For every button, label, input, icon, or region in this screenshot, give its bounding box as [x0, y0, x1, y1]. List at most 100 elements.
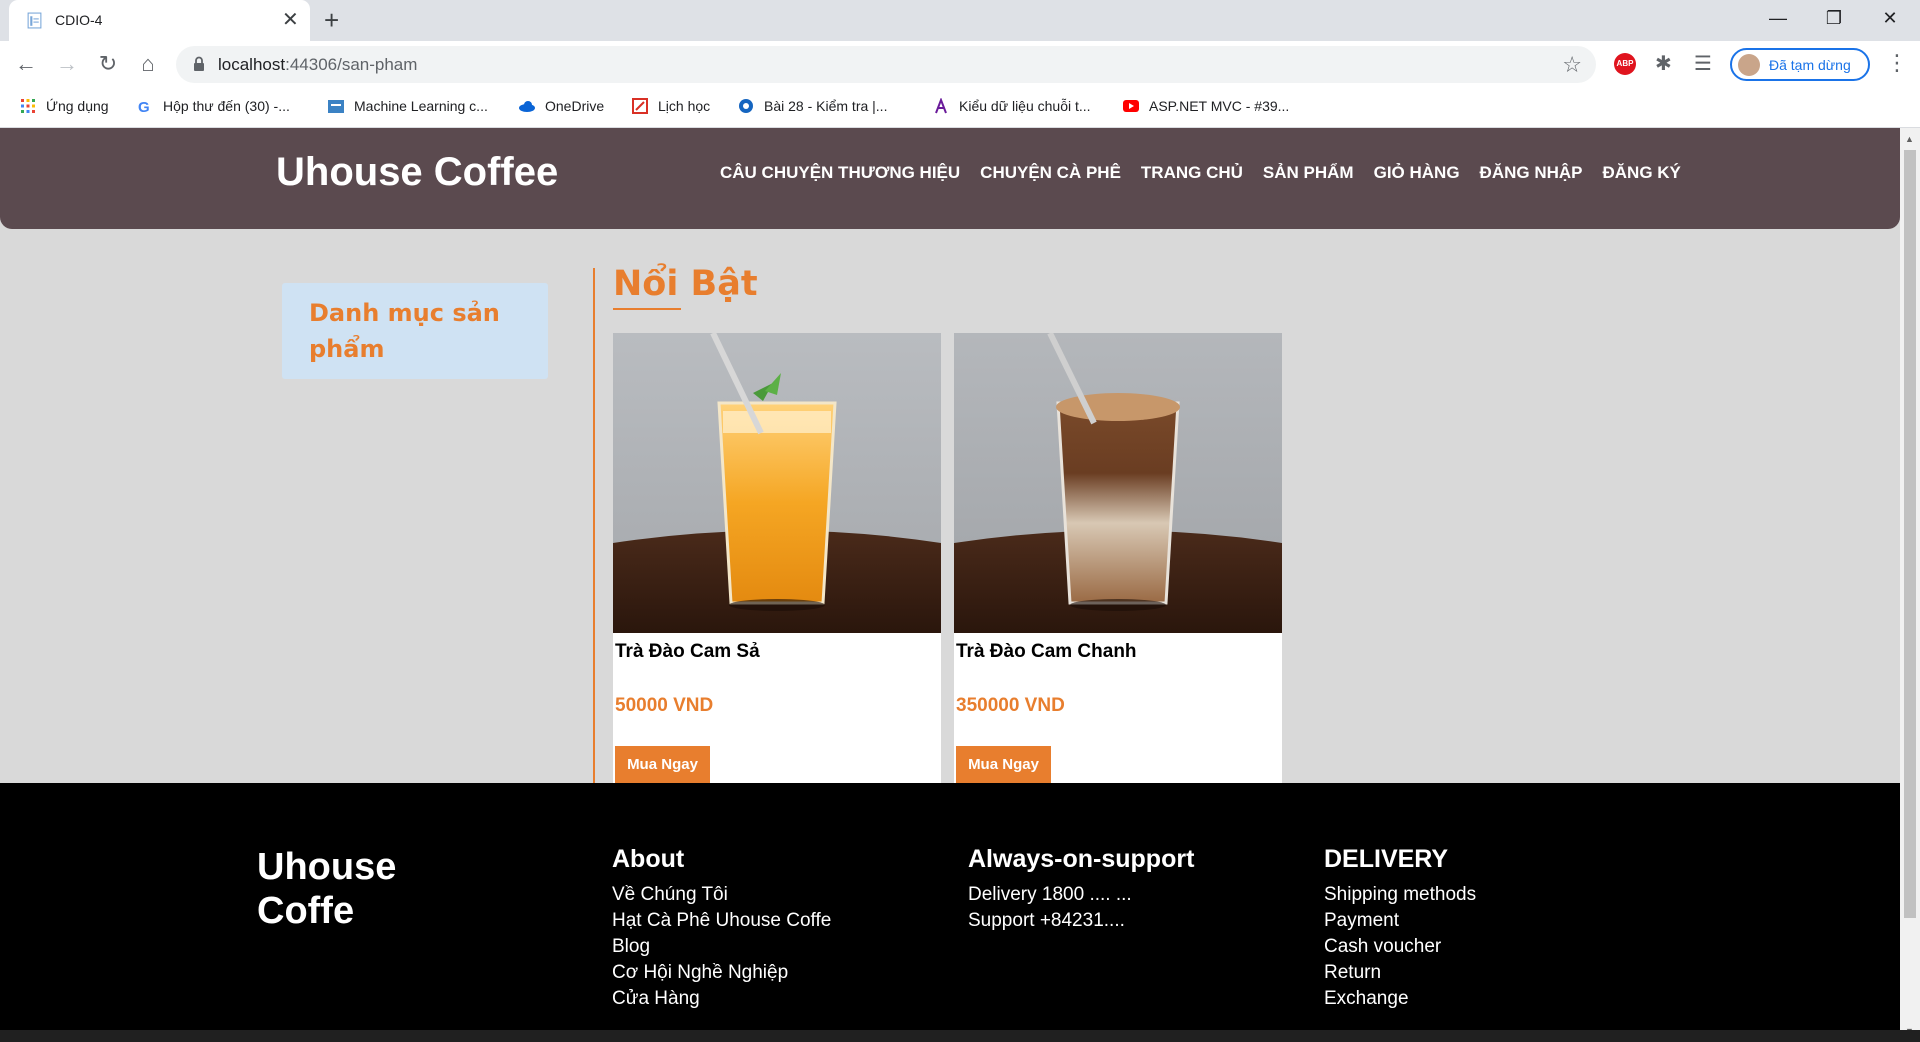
bookmark-label: Bài 28 - Kiểm tra |... — [764, 98, 888, 114]
ml-site-icon — [328, 100, 344, 113]
reload-icon[interactable]: ↻ — [94, 52, 122, 76]
bookmark-item[interactable]: Ứng dụng — [20, 98, 109, 118]
product-image[interactable] — [613, 333, 941, 633]
browser-tab[interactable]: CDIO-4 ✕ — [9, 0, 310, 41]
product-name[interactable]: Trà Đào Cam Sả — [615, 641, 760, 663]
apps-grid-icon — [21, 99, 35, 113]
footer-link[interactable]: Blog — [612, 934, 831, 960]
nav-home[interactable]: TRANG CHỦ — [1141, 163, 1243, 183]
lock-icon — [194, 56, 204, 71]
nav-register[interactable]: ĐĂNG KÝ — [1603, 163, 1681, 183]
profile-status: Đã tạm dừng — [1769, 57, 1851, 73]
footer-heading: Always-on-support — [968, 845, 1195, 873]
onedrive-icon — [519, 101, 535, 112]
footer-link[interactable]: Exchange — [1324, 986, 1476, 1012]
footer-text: Delivery 1800 .... ... — [968, 884, 1132, 905]
page-viewport: Uhouse Coffee CÂU CHUYỆN THƯƠNG HIỆU CHU… — [0, 128, 1900, 1042]
blog-icon — [739, 99, 753, 113]
bookmark-item[interactable]: ASP.NET MVC - #39... — [1123, 98, 1289, 118]
category-sidebar: Danh mục sản phẩm — [282, 283, 548, 379]
site-logo[interactable]: Uhouse Coffee — [276, 150, 558, 195]
profile-button[interactable]: Đã tạm dừng — [1730, 48, 1870, 81]
footer-link[interactable]: Payment — [1324, 908, 1476, 934]
footer-link[interactable]: Shipping methods — [1324, 882, 1476, 908]
svg-text:G: G — [138, 99, 150, 114]
nav-brand-story[interactable]: CÂU CHUYỆN THƯƠNG HIỆU — [720, 163, 960, 183]
main-navigation: CÂU CHUYỆN THƯƠNG HIỆU CHUYỆN CÀ PHÊ TRA… — [720, 163, 1701, 183]
scroll-up-arrow-icon[interactable]: ▲ — [1905, 134, 1914, 144]
bookmark-label: ASP.NET MVC - #39... — [1149, 98, 1290, 114]
bookmark-item[interactable]: Lịch học — [632, 98, 710, 118]
bookmark-label: Lịch học — [658, 98, 711, 114]
youtube-icon — [1123, 100, 1139, 112]
bookmark-label: Machine Learning c... — [354, 98, 488, 114]
minimize-icon[interactable]: — — [1758, 6, 1798, 30]
address-bar[interactable]: localhost:44306/san-pham ☆ — [176, 46, 1596, 83]
page-scrollbar[interactable]: ▲ ▼ — [1900, 128, 1920, 1042]
footer-text: Support +84231.... — [968, 910, 1125, 931]
url-path: :44306/san-pham — [285, 55, 418, 74]
coffee-drink-image — [954, 333, 1282, 633]
site-footer: Uhouse Coffe About Về Chúng Tôi Hạt Cà P… — [0, 783, 1900, 1042]
extensions-puzzle-icon[interactable]: ✱ — [1655, 53, 1677, 75]
restore-icon[interactable]: ❐ — [1814, 6, 1854, 30]
page-favicon-icon — [27, 12, 42, 29]
footer-link[interactable]: Cửa Hàng — [612, 986, 831, 1012]
close-tab-icon[interactable]: ✕ — [282, 8, 299, 32]
title-underline — [613, 308, 681, 310]
footer-link[interactable]: Hạt Cà Phê Uhouse Coffe — [612, 908, 831, 934]
nav-products[interactable]: SẢN PHẨM — [1263, 163, 1354, 183]
bookmark-item[interactable]: Machine Learning c... — [328, 98, 488, 118]
scroll-thumb[interactable] — [1904, 150, 1916, 918]
back-icon[interactable]: ← — [12, 52, 40, 76]
product-image[interactable] — [954, 333, 1282, 633]
adblock-extension-icon[interactable]: ABP — [1614, 53, 1636, 75]
home-icon[interactable]: ⌂ — [134, 52, 162, 76]
bookmark-item[interactable]: Kiểu dữ liệu chuỗi t... — [933, 98, 1091, 118]
bookmark-star-icon[interactable]: ☆ — [1562, 52, 1582, 78]
product-card: Trà Đào Cam Chanh 350000 VND Mua Ngay — [954, 333, 1282, 783]
nav-coffee-story[interactable]: CHUYỆN CÀ PHÊ — [980, 163, 1121, 183]
url-text: localhost:44306/san-pham — [218, 55, 417, 75]
product-card: Trà Đào Cam Sả 50000 VND Mua Ngay — [613, 333, 941, 783]
url-host: localhost — [218, 55, 286, 74]
forward-icon[interactable]: → — [53, 52, 81, 76]
browser-menu-icon[interactable]: ⋮ — [1886, 51, 1908, 75]
footer-link[interactable]: Return — [1324, 960, 1476, 986]
new-tab-icon[interactable]: + — [324, 6, 339, 34]
nav-cart[interactable]: GIỎ HÀNG — [1374, 163, 1460, 183]
product-price: 350000 VND — [956, 695, 1065, 716]
calendar-icon — [632, 98, 648, 114]
nav-login[interactable]: ĐĂNG NHẬP — [1480, 163, 1583, 183]
footer-heading: About — [612, 845, 685, 873]
bookmark-item[interactable]: G Hộp thư đến (30) -... — [137, 98, 290, 118]
product-price: 50000 VND — [615, 695, 714, 716]
footer-brand: Uhouse Coffe — [257, 846, 397, 932]
sidebar-title: Danh mục sản phẩm — [309, 299, 500, 363]
media-queue-icon[interactable]: ☰ — [1694, 53, 1716, 75]
avatar — [1738, 54, 1760, 76]
tab-title: CDIO-4 — [55, 12, 103, 28]
footer-column-delivery: DELIVERY Shipping methods Payment Cash v… — [1324, 845, 1476, 1012]
orange-drink-image — [613, 333, 941, 633]
google-icon: G — [138, 99, 150, 114]
footer-link[interactable]: Cơ Hội Nghề Nghiệp — [612, 960, 831, 986]
footer-link[interactable]: Cash voucher — [1324, 934, 1476, 960]
footer-column-support: Always-on-support Delivery 1800 .... ...… — [968, 845, 1194, 934]
section-title: Nổi Bật — [613, 264, 758, 304]
browser-toolbar: ← → ↻ ⌂ localhost:44306/san-pham ☆ ABP ✱… — [0, 41, 1920, 88]
footer-heading: DELIVERY — [1324, 845, 1449, 873]
bookmark-label: Hộp thư đến (30) -... — [163, 98, 290, 114]
bookmark-item[interactable]: OneDrive — [519, 98, 604, 118]
buy-now-button[interactable]: Mua Ngay — [956, 746, 1051, 783]
bookmark-item[interactable]: Bài 28 - Kiểm tra |... — [738, 98, 887, 118]
bookmarks-bar: Ứng dụng G Hộp thư đến (30) -... Machine … — [0, 88, 1920, 128]
footer-link[interactable]: Về Chúng Tôi — [612, 882, 831, 908]
buy-now-button[interactable]: Mua Ngay — [615, 746, 710, 783]
site-header: Uhouse Coffee CÂU CHUYỆN THƯƠNG HIỆU CHU… — [0, 128, 1900, 229]
k-icon — [935, 98, 947, 114]
window-close-icon[interactable]: ✕ — [1870, 6, 1910, 30]
bookmark-label: Ứng dụng — [46, 98, 109, 114]
footer-column-about: About Về Chúng Tôi Hạt Cà Phê Uhouse Cof… — [612, 845, 831, 1012]
product-name[interactable]: Trà Đào Cam Chanh — [956, 641, 1137, 663]
